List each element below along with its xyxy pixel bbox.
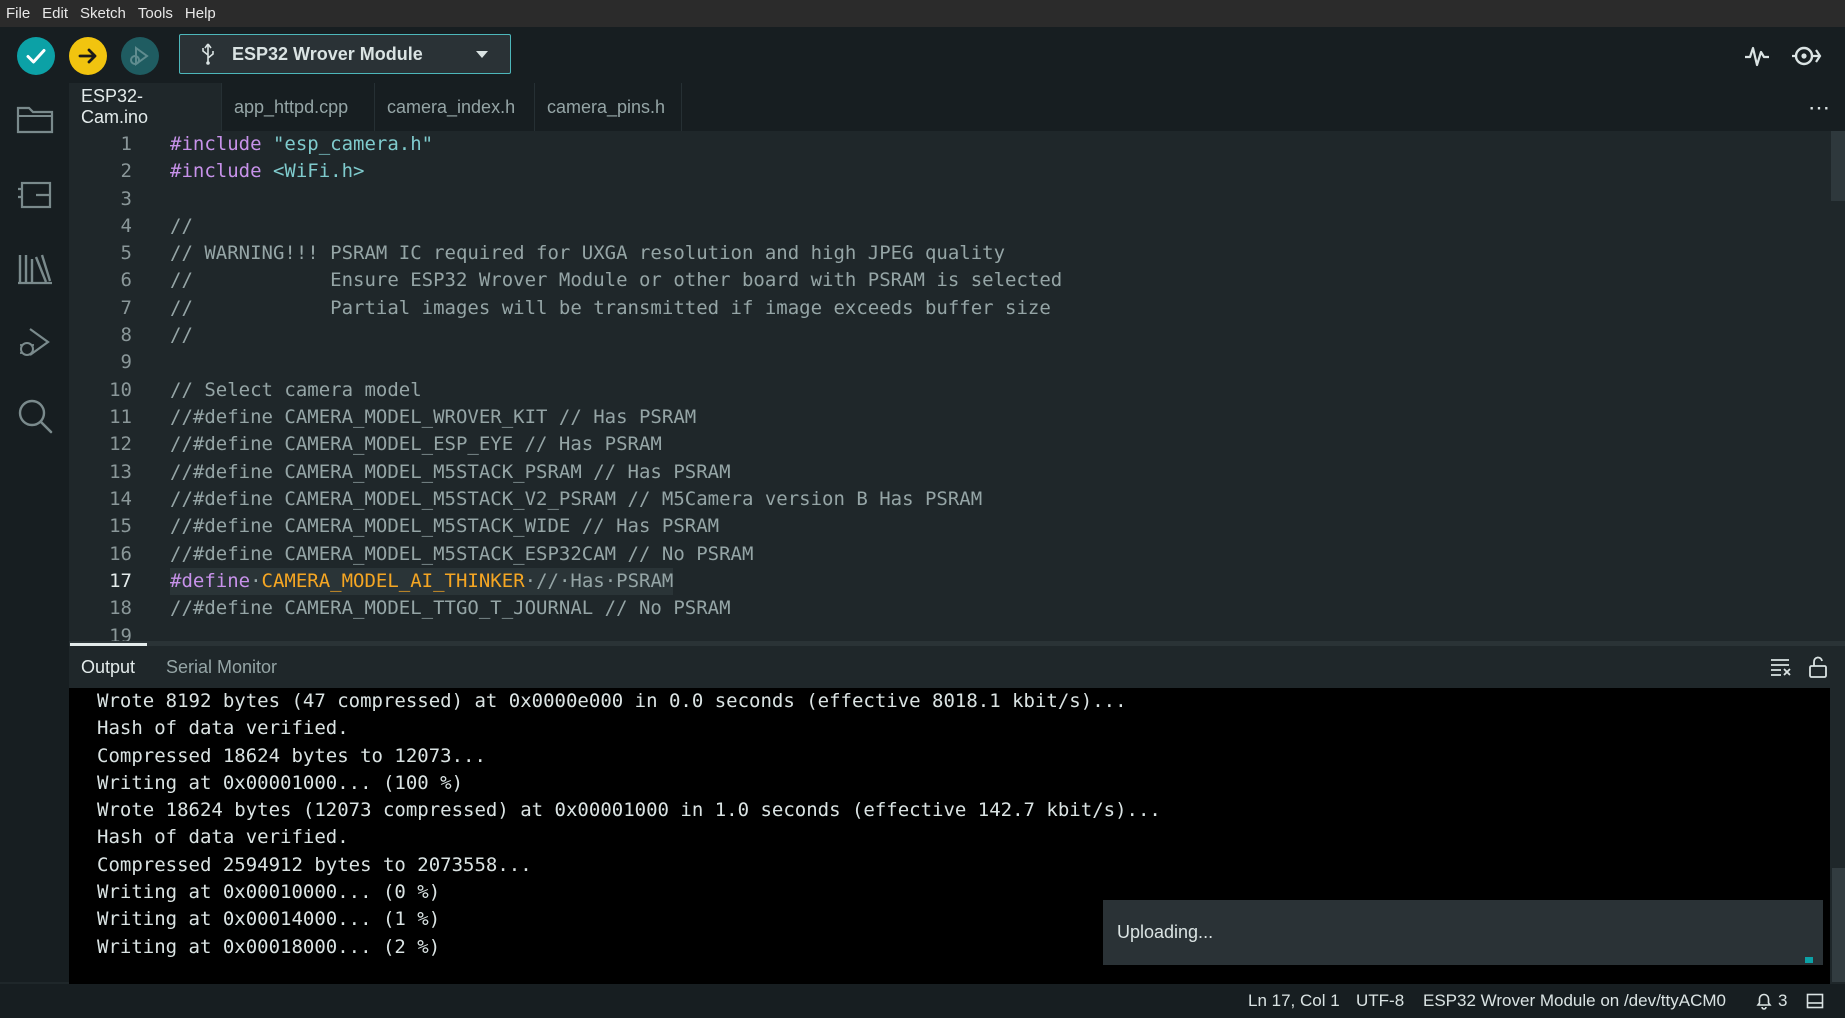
debug-button[interactable] bbox=[121, 37, 159, 75]
search-icon[interactable] bbox=[14, 395, 56, 437]
serial-plotter-icon[interactable] bbox=[1741, 40, 1773, 72]
code-line: 10// Select camera model bbox=[109, 379, 422, 401]
tab-camera-pins-h[interactable]: camera_pins.h bbox=[535, 83, 682, 131]
editor-scrollbar[interactable] bbox=[1831, 131, 1845, 201]
unlock-icon[interactable] bbox=[1806, 655, 1830, 679]
code-line: 2 #include <WiFi.h> bbox=[120, 160, 365, 182]
upload-notification: Uploading... bbox=[1103, 900, 1823, 965]
output-line: Writing at 0x00010000... (0 %) bbox=[97, 881, 441, 903]
activity-sidebar bbox=[0, 83, 69, 982]
code-line: 13//#define CAMERA_MODEL_M5STACK_PSRAM /… bbox=[109, 461, 731, 483]
file-encoding: UTF-8 bbox=[1356, 991, 1405, 1010]
output-line: Compressed 2594912 bytes to 2073558... bbox=[97, 854, 532, 876]
code-line: 1 #include "esp_camera.h" bbox=[120, 133, 434, 155]
folder-icon[interactable] bbox=[14, 98, 56, 140]
code-line: 9 bbox=[120, 351, 132, 373]
serial-monitor-icon[interactable] bbox=[1790, 40, 1822, 72]
output-line: Hash of data verified. bbox=[97, 717, 349, 739]
upload-button[interactable] bbox=[69, 37, 107, 75]
usb-icon bbox=[202, 43, 214, 65]
library-icon[interactable] bbox=[14, 247, 56, 289]
menu-tools[interactable]: Tools bbox=[132, 5, 179, 22]
notifications-button[interactable]: 3 bbox=[1754, 984, 1787, 1018]
code-line: 14//#define CAMERA_MODEL_M5STACK_V2_PSRA… bbox=[109, 488, 983, 510]
code-line: 12//#define CAMERA_MODEL_ESP_EYE // Has … bbox=[109, 433, 662, 455]
code-line: 8// bbox=[120, 324, 193, 346]
code-line: 15//#define CAMERA_MODEL_M5STACK_WIDE //… bbox=[109, 515, 720, 537]
tab-serial-monitor[interactable]: Serial Monitor bbox=[166, 646, 277, 688]
code-line: 19 bbox=[109, 625, 132, 641]
board-selector[interactable]: ESP32 Wrover Module bbox=[179, 34, 511, 74]
code-line: 3 bbox=[120, 188, 132, 210]
cursor-position[interactable]: Ln 17, Col 1 bbox=[1248, 984, 1340, 1018]
notification-text: Uploading... bbox=[1117, 922, 1214, 942]
output-scrollbar[interactable] bbox=[1832, 868, 1845, 982]
code-line: 7// Partial images will be transmitted i… bbox=[120, 297, 1051, 319]
output-line: Compressed 18624 bytes to 12073... bbox=[97, 745, 486, 767]
code-line: 16//#define CAMERA_MODEL_M5STACK_ESP32CA… bbox=[109, 543, 754, 565]
chevron-down-icon bbox=[476, 51, 488, 58]
output-line: Wrote 8192 bytes (47 compressed) at 0x00… bbox=[97, 690, 1127, 712]
checkmark-icon bbox=[26, 49, 46, 64]
tab-esp32-cam-ino[interactable]: ESP32-Cam.ino bbox=[69, 83, 222, 131]
status-bar: Ln 17, Col 1 UTF-8 ESP32 Wrover Module o… bbox=[0, 984, 1845, 1018]
board-port[interactable]: ESP32 Wrover Module on /dev/ttyACM0 bbox=[1423, 984, 1726, 1018]
code-line: 5// WARNING!!! PSRAM IC required for UXG… bbox=[120, 242, 1006, 264]
output-line: Hash of data verified. bbox=[97, 826, 349, 848]
tab-camera-index-h[interactable]: camera_index.h bbox=[375, 83, 535, 131]
code-line: 6// Ensure ESP32 Wrover Module or other … bbox=[120, 269, 1063, 291]
menu-help[interactable]: Help bbox=[179, 5, 222, 22]
output-line: Writing at 0x00018000... (2 %) bbox=[97, 936, 441, 958]
code-line: 4// bbox=[120, 215, 193, 237]
notification-count: 3 bbox=[1778, 991, 1788, 1010]
menu-bar: File Edit Sketch Tools Help bbox=[0, 0, 1845, 27]
debug-icon[interactable] bbox=[14, 321, 56, 363]
board-name: ESP32 Wrover Module bbox=[232, 43, 423, 64]
code-editor[interactable]: 1 #include "esp_camera.h" 2 #include <WiFi… bbox=[69, 131, 1845, 641]
debug-icon bbox=[130, 46, 149, 66]
code-line: 11//#define CAMERA_MODEL_WROVER_KIT // H… bbox=[109, 406, 697, 428]
menu-file[interactable]: File bbox=[0, 5, 36, 22]
toggle-panel-icon[interactable] bbox=[1806, 992, 1824, 1010]
tab-output[interactable]: Output bbox=[69, 643, 148, 688]
output-line: Writing at 0x00001000... (100 %) bbox=[97, 772, 464, 794]
tab-app-httpd-cpp[interactable]: app_httpd.cpp bbox=[222, 83, 375, 131]
board-manager-icon[interactable] bbox=[14, 173, 56, 215]
menu-sketch[interactable]: Sketch bbox=[74, 5, 132, 22]
output-line: Writing at 0x00014000... (1 %) bbox=[97, 908, 441, 930]
code-line-current: 17 #define·CAMERA_MODEL_AI_THINKER·//·Has… bbox=[69, 568, 1829, 595]
arrow-right-icon bbox=[78, 48, 97, 64]
verify-button[interactable] bbox=[17, 37, 55, 75]
bell-icon bbox=[1756, 993, 1772, 1010]
output-line: Wrote 18624 bytes (12073 compressed) at … bbox=[97, 799, 1161, 821]
editor-tabs: ESP32-Cam.ino app_httpd.cpp camera_index… bbox=[69, 83, 1845, 131]
more-icon[interactable]: ⋯ bbox=[1808, 95, 1831, 121]
clear-output-icon[interactable] bbox=[1769, 655, 1793, 679]
progress-indicator bbox=[1805, 957, 1813, 963]
code-line: 18//#define CAMERA_MODEL_TTGO_T_JOURNAL … bbox=[109, 597, 731, 619]
menu-edit[interactable]: Edit bbox=[36, 5, 74, 22]
panel-tabs: Output Serial Monitor bbox=[69, 643, 1845, 688]
